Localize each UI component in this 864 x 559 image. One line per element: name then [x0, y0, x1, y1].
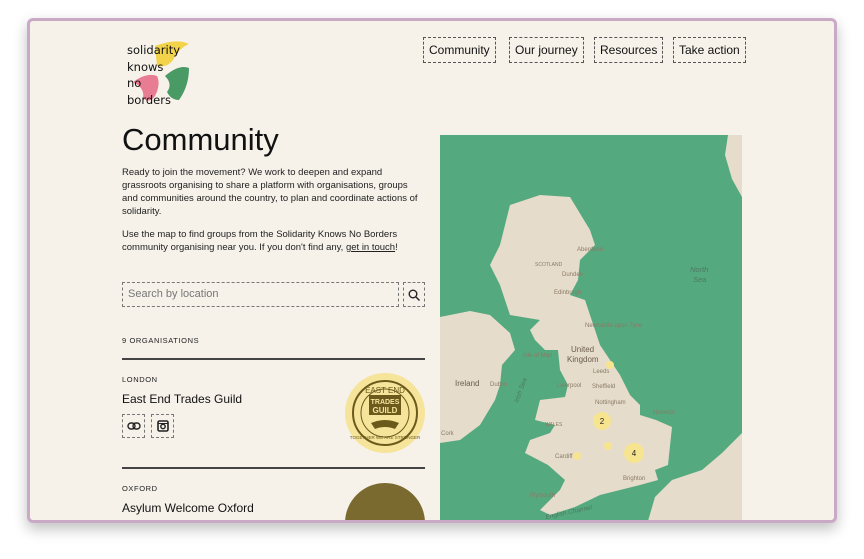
map[interactable]: North Sea United Kingdom Ireland Irish S… — [440, 135, 742, 520]
website-link-button[interactable] — [122, 414, 145, 438]
organisation-count: 9 ORGANISATIONS — [122, 336, 200, 345]
map-marker[interactable] — [604, 442, 612, 450]
search-button[interactable] — [403, 282, 425, 307]
nav-resources[interactable]: Resources — [594, 37, 664, 63]
cluster-count: 2 — [600, 417, 605, 426]
search-icon — [408, 289, 420, 301]
label-city: Dundee — [562, 272, 584, 278]
org-logo-asylum-welcome — [345, 483, 425, 520]
label-isle-of-man: Isle of Man — [523, 353, 552, 359]
intro-text: Ready to join the movement? We work to d… — [122, 167, 418, 217]
label-city: Norwich — [653, 410, 675, 416]
label-city: Plymouth — [530, 493, 555, 499]
org-name[interactable]: East End Trades Guild — [122, 392, 242, 406]
label-uk: United — [571, 345, 594, 354]
logo-line: solidarity — [127, 43, 181, 57]
org-city: LONDON — [122, 375, 158, 384]
label-city: Leeds — [593, 369, 609, 375]
org-city: OXFORD — [122, 484, 158, 493]
badge-top-text: EAST END — [365, 386, 405, 395]
logo-line: borders — [127, 92, 171, 107]
label-city: Cardiff — [555, 454, 573, 460]
org-logo-east-end-trades-guild: EAST END TRADES GUILD TOGETHER WE ARE ST… — [345, 373, 425, 453]
label-city: Dublin — [490, 382, 507, 388]
label-city: Sheffield — [592, 384, 615, 390]
ireland — [440, 311, 515, 443]
nav-take-action[interactable]: Take action — [673, 37, 746, 63]
label-city: Edinburgh — [554, 290, 581, 296]
label-wales: WALES — [545, 422, 563, 428]
norway — [725, 135, 742, 197]
cluster-count: 4 — [632, 449, 637, 458]
nav-community[interactable]: Community — [423, 37, 496, 63]
label-scotland: SCOTLAND — [535, 262, 563, 268]
guild-badge-icon: EAST END TRADES GUILD TOGETHER WE ARE ST… — [350, 380, 421, 446]
label-uk: Kingdom — [567, 355, 599, 364]
label-north-sea: Sea — [693, 275, 706, 284]
instagram-icon — [156, 420, 169, 432]
label-city: Cork — [441, 431, 455, 437]
org-name[interactable]: Asylum Welcome Oxford — [122, 501, 254, 515]
badge-bottom-text: TOGETHER WE ARE STRONGER — [350, 435, 421, 440]
logo-line: knows — [127, 59, 164, 74]
badge-mid-text: TRADES — [371, 399, 400, 406]
badge-mid-text: GUILD — [373, 406, 398, 415]
label-city: Liverpool — [557, 383, 581, 389]
map-marker[interactable] — [606, 361, 614, 369]
find-text-suffix: ! — [395, 242, 398, 253]
label-irish-sea: Irish Sea — [513, 377, 528, 404]
label-ireland: Ireland — [455, 379, 479, 388]
link-icon — [126, 422, 141, 430]
divider — [122, 467, 425, 469]
browser-window: solidarity knows no borders Community Ou… — [27, 18, 837, 523]
page-title: Community — [122, 122, 279, 157]
logo[interactable]: solidarity knows no borders — [127, 38, 197, 108]
map-canvas: North Sea United Kingdom Ireland Irish S… — [440, 135, 742, 520]
label-city: Aberdeen — [577, 247, 603, 253]
instagram-link-button[interactable] — [151, 414, 174, 438]
divider — [122, 358, 425, 360]
label-city: Newcastle upon Tyne — [585, 323, 643, 329]
nav-our-journey[interactable]: Our journey — [509, 37, 584, 63]
map-marker[interactable] — [573, 452, 581, 460]
label-city: Brighton — [623, 476, 645, 482]
label-city: Nottingham — [595, 400, 626, 406]
label-north-sea: North — [690, 265, 708, 274]
get-in-touch-link[interactable]: get in touch — [346, 242, 395, 253]
logo-line: no — [127, 76, 142, 90]
find-text: Use the map to find groups from the Soli… — [122, 228, 422, 254]
search-input[interactable]: Search by location — [122, 282, 399, 307]
logo-text: solidarity knows no borders — [127, 42, 180, 108]
